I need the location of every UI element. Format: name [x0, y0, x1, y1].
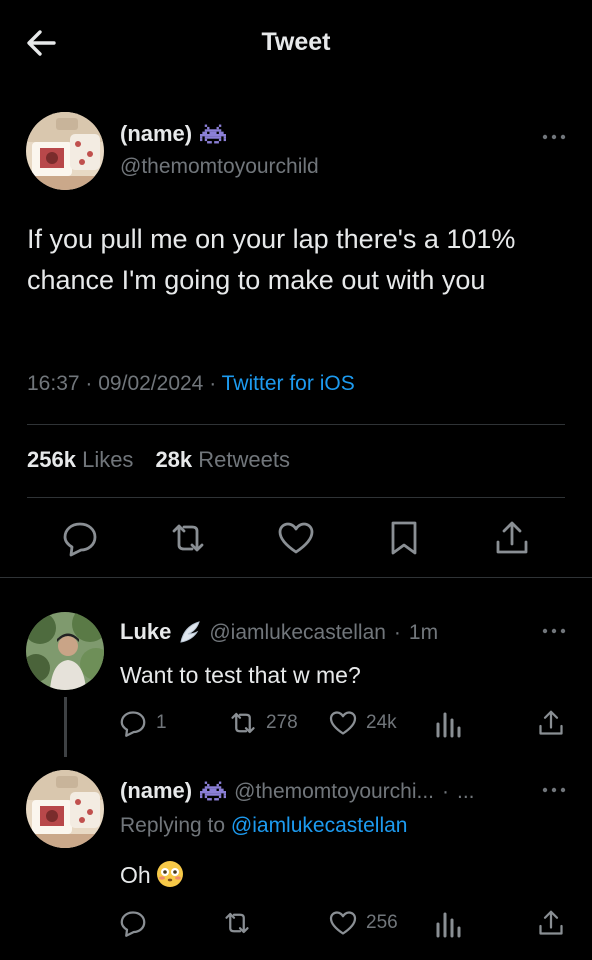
- reply-views-button[interactable]: [434, 708, 462, 738]
- tweet-action-bar: [0, 518, 592, 562]
- reply-text-row: Oh: [120, 861, 183, 889]
- author-handle[interactable]: @themomtoyourchild: [120, 155, 319, 179]
- space-invader-icon: [200, 124, 227, 144]
- reply-text: Oh: [120, 862, 151, 888]
- retweets-count: 28k: [155, 447, 193, 472]
- tweet-stats: 256k Likes 28k Retweets: [27, 447, 290, 473]
- meta-separator: ·: [442, 780, 450, 803]
- views-icon: [436, 912, 461, 938]
- thread-line: [64, 697, 67, 757]
- reply-author-name[interactable]: Luke: [120, 619, 171, 645]
- avatar[interactable]: [26, 112, 104, 190]
- reply-action-bar: 1 278 24k: [118, 708, 568, 742]
- share-icon: [539, 910, 563, 935]
- reply-action-bar: 256: [118, 908, 568, 942]
- reply-views-button[interactable]: [434, 908, 462, 938]
- reply-time: 1m: [408, 621, 439, 644]
- like-count: 256: [366, 912, 398, 933]
- reply-reply-button[interactable]: [118, 908, 156, 938]
- author-name-row: (name): [120, 121, 227, 147]
- more-dots-icon[interactable]: [540, 130, 568, 144]
- retweet-icon: [231, 712, 255, 734]
- bookmark-icon[interactable]: [384, 518, 424, 558]
- replying-to: Replying to @iamlukecastellan: [120, 814, 407, 838]
- space-invader-icon: [200, 781, 227, 801]
- retweet-icon: [225, 912, 249, 934]
- reply-reply-button[interactable]: 1: [118, 708, 167, 738]
- likes-label: Likes: [82, 447, 134, 472]
- more-dots-icon[interactable]: [540, 624, 568, 638]
- views-icon: [436, 712, 461, 738]
- likes-count: 256k: [27, 447, 76, 472]
- reply-retweet-button[interactable]: [222, 908, 260, 938]
- reply-share-button[interactable]: [536, 708, 566, 738]
- retweet-icon[interactable]: [168, 518, 208, 558]
- tweet-time: 16:37: [27, 372, 80, 395]
- tweet-source-link[interactable]: Twitter for iOS: [222, 372, 355, 395]
- replying-to-handle[interactable]: @iamlukecastellan: [231, 814, 408, 837]
- reply-count: 1: [156, 712, 167, 733]
- top-bar: Tweet: [0, 0, 592, 88]
- replying-to-label: Replying to: [120, 814, 226, 837]
- divider: [27, 497, 565, 498]
- page-title: Tweet: [261, 28, 331, 56]
- retweet-count: 278: [266, 712, 298, 733]
- like-count: 24k: [366, 712, 397, 733]
- reply-retweet-button[interactable]: 278: [228, 708, 298, 738]
- wing-icon: [180, 621, 201, 643]
- tweet-meta: 16:37 · 09/02/2024 · Twitter for iOS: [27, 372, 355, 396]
- reply-handle[interactable]: @themomtoyourchi...: [234, 780, 434, 804]
- reply-handle[interactable]: @iamlukecastellan: [209, 621, 386, 645]
- meta-separator: ·: [393, 621, 401, 644]
- divider: [0, 577, 592, 578]
- reply-avatar[interactable]: [26, 770, 104, 848]
- reply-header: Luke @iamlukecastellan · 1m: [120, 619, 438, 645]
- reply-header: (name) @themomtoyourchi... · ...: [120, 778, 475, 804]
- divider: [27, 424, 565, 425]
- heart-icon: [329, 711, 357, 735]
- reply-icon[interactable]: [60, 518, 100, 558]
- retweets-label: Retweets: [198, 447, 290, 472]
- reply-text: Want to test that w me?: [120, 662, 361, 688]
- heart-icon: [329, 911, 357, 935]
- share-icon[interactable]: [492, 518, 532, 558]
- reply-like-button[interactable]: 24k: [328, 708, 397, 738]
- reply-icon: [120, 911, 146, 937]
- flushed-face-icon: [156, 861, 183, 887]
- tweet-date: 09/02/2024: [98, 372, 204, 395]
- tweet-text: If you pull me on your lap there's a 101…: [27, 224, 516, 295]
- reply-share-button[interactable]: [536, 908, 566, 938]
- author-name[interactable]: (name): [120, 121, 192, 147]
- meta-separator: ·: [85, 372, 93, 395]
- reply-time: ...: [457, 780, 475, 803]
- more-dots-icon[interactable]: [540, 783, 568, 797]
- meta-separator: ·: [209, 372, 217, 395]
- reply-icon: [120, 711, 146, 737]
- reply-avatar[interactable]: [26, 612, 104, 690]
- reply-author-name[interactable]: (name): [120, 778, 192, 804]
- retweets-stat[interactable]: 28k Retweets: [155, 447, 290, 473]
- reply-like-button[interactable]: 256: [328, 908, 398, 938]
- likes-stat[interactable]: 256k Likes: [27, 447, 133, 473]
- heart-icon[interactable]: [276, 518, 316, 558]
- share-icon: [539, 710, 563, 735]
